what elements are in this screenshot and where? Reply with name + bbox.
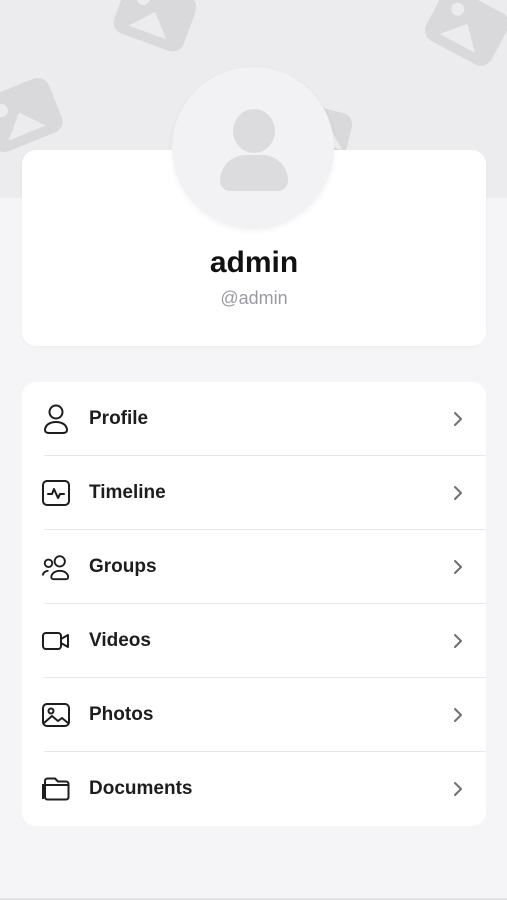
menu-item-label: Documents — [89, 778, 193, 799]
menu-item-label: Timeline — [89, 482, 166, 503]
profile-name: admin — [209, 246, 299, 279]
folder-icon — [41, 774, 71, 804]
chevron-right-icon — [454, 634, 462, 648]
chevron-right-icon — [454, 782, 462, 796]
photo-placeholder-icon — [0, 74, 67, 156]
menu-list: Profile Timeline Groups Videos Photos Do… — [22, 382, 486, 826]
person-icon — [41, 404, 71, 434]
menu-item-timeline[interactable]: Timeline — [22, 456, 486, 530]
photo-icon — [41, 700, 71, 730]
avatar-head — [233, 109, 275, 153]
photo-placeholder-icon — [420, 0, 507, 70]
chevron-right-icon — [454, 486, 462, 500]
video-camera-icon — [41, 626, 71, 656]
menu-item-documents[interactable]: Documents — [22, 752, 486, 826]
profile-username: @admin — [220, 288, 288, 308]
menu-item-videos[interactable]: Videos — [22, 604, 486, 678]
chevron-right-icon — [454, 560, 462, 574]
chevron-right-icon — [454, 412, 462, 426]
photo-placeholder-icon — [110, 0, 200, 55]
menu-item-label: Videos — [89, 630, 151, 651]
avatar[interactable] — [172, 67, 334, 229]
activity-icon — [41, 478, 71, 508]
menu-item-label: Photos — [89, 704, 154, 725]
menu-item-groups[interactable]: Groups — [22, 530, 486, 604]
menu-item-profile[interactable]: Profile — [22, 382, 486, 456]
group-icon — [41, 552, 71, 582]
chevron-right-icon — [454, 708, 462, 722]
menu-item-label: Groups — [89, 556, 157, 577]
avatar-body — [220, 155, 288, 191]
menu-item-photos[interactable]: Photos — [22, 678, 486, 752]
menu-item-label: Profile — [89, 408, 149, 429]
